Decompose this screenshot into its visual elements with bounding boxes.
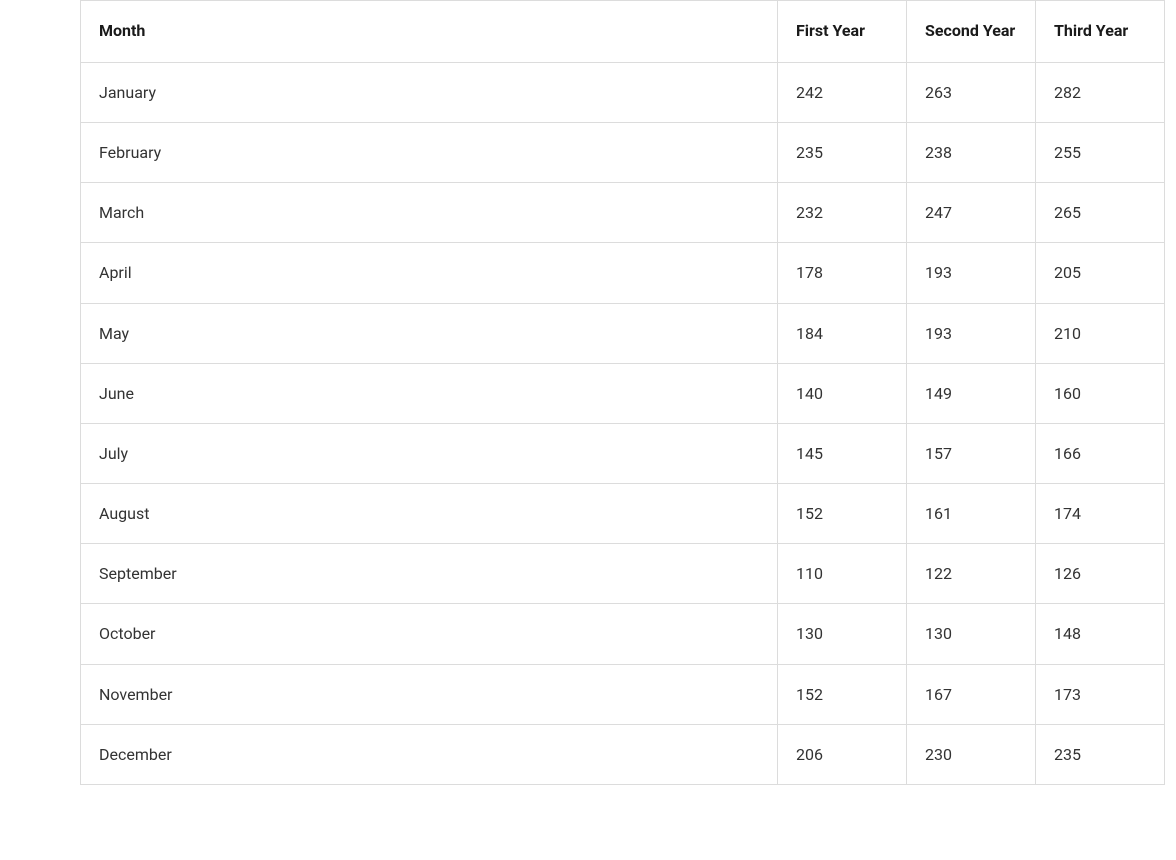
cell-first: 152: [778, 484, 907, 544]
table-row: March 232 247 265: [81, 183, 1165, 243]
data-table: Month First Year Second Year Third Year …: [80, 0, 1165, 785]
cell-month: April: [81, 243, 778, 303]
cell-first: 145: [778, 423, 907, 483]
cell-third: 282: [1036, 62, 1165, 122]
cell-third: 160: [1036, 363, 1165, 423]
cell-second: 149: [907, 363, 1036, 423]
cell-third: 166: [1036, 423, 1165, 483]
header-third-year: Third Year: [1036, 1, 1165, 63]
cell-third: 174: [1036, 484, 1165, 544]
cell-third: 148: [1036, 604, 1165, 664]
cell-first: 232: [778, 183, 907, 243]
header-second-year: Second Year: [907, 1, 1036, 63]
cell-second: 263: [907, 62, 1036, 122]
cell-first: 242: [778, 62, 907, 122]
table-row: October 130 130 148: [81, 604, 1165, 664]
cell-second: 247: [907, 183, 1036, 243]
cell-third: 265: [1036, 183, 1165, 243]
cell-month: September: [81, 544, 778, 604]
cell-month: December: [81, 724, 778, 784]
cell-month: May: [81, 303, 778, 363]
cell-first: 184: [778, 303, 907, 363]
cell-first: 130: [778, 604, 907, 664]
cell-third: 255: [1036, 122, 1165, 182]
cell-first: 178: [778, 243, 907, 303]
cell-second: 193: [907, 243, 1036, 303]
cell-month: February: [81, 122, 778, 182]
cell-second: 130: [907, 604, 1036, 664]
cell-third: 210: [1036, 303, 1165, 363]
table-row: July 145 157 166: [81, 423, 1165, 483]
table-row: August 152 161 174: [81, 484, 1165, 544]
table-row: January 242 263 282: [81, 62, 1165, 122]
table-row: June 140 149 160: [81, 363, 1165, 423]
table-row: December 206 230 235: [81, 724, 1165, 784]
cell-third: 205: [1036, 243, 1165, 303]
table-row: September 110 122 126: [81, 544, 1165, 604]
cell-second: 193: [907, 303, 1036, 363]
cell-second: 238: [907, 122, 1036, 182]
cell-month: July: [81, 423, 778, 483]
cell-second: 167: [907, 664, 1036, 724]
cell-first: 235: [778, 122, 907, 182]
cell-third: 126: [1036, 544, 1165, 604]
table-header-row: Month First Year Second Year Third Year: [81, 1, 1165, 63]
cell-month: October: [81, 604, 778, 664]
cell-month: August: [81, 484, 778, 544]
cell-second: 161: [907, 484, 1036, 544]
cell-second: 157: [907, 423, 1036, 483]
table-row: February 235 238 255: [81, 122, 1165, 182]
cell-first: 140: [778, 363, 907, 423]
cell-month: March: [81, 183, 778, 243]
cell-second: 230: [907, 724, 1036, 784]
header-first-year: First Year: [778, 1, 907, 63]
cell-third: 235: [1036, 724, 1165, 784]
cell-month: January: [81, 62, 778, 122]
table-row: May 184 193 210: [81, 303, 1165, 363]
header-month: Month: [81, 1, 778, 63]
table-row: April 178 193 205: [81, 243, 1165, 303]
table-row: November 152 167 173: [81, 664, 1165, 724]
cell-second: 122: [907, 544, 1036, 604]
cell-first: 110: [778, 544, 907, 604]
cell-first: 152: [778, 664, 907, 724]
cell-first: 206: [778, 724, 907, 784]
cell-third: 173: [1036, 664, 1165, 724]
cell-month: June: [81, 363, 778, 423]
cell-month: November: [81, 664, 778, 724]
